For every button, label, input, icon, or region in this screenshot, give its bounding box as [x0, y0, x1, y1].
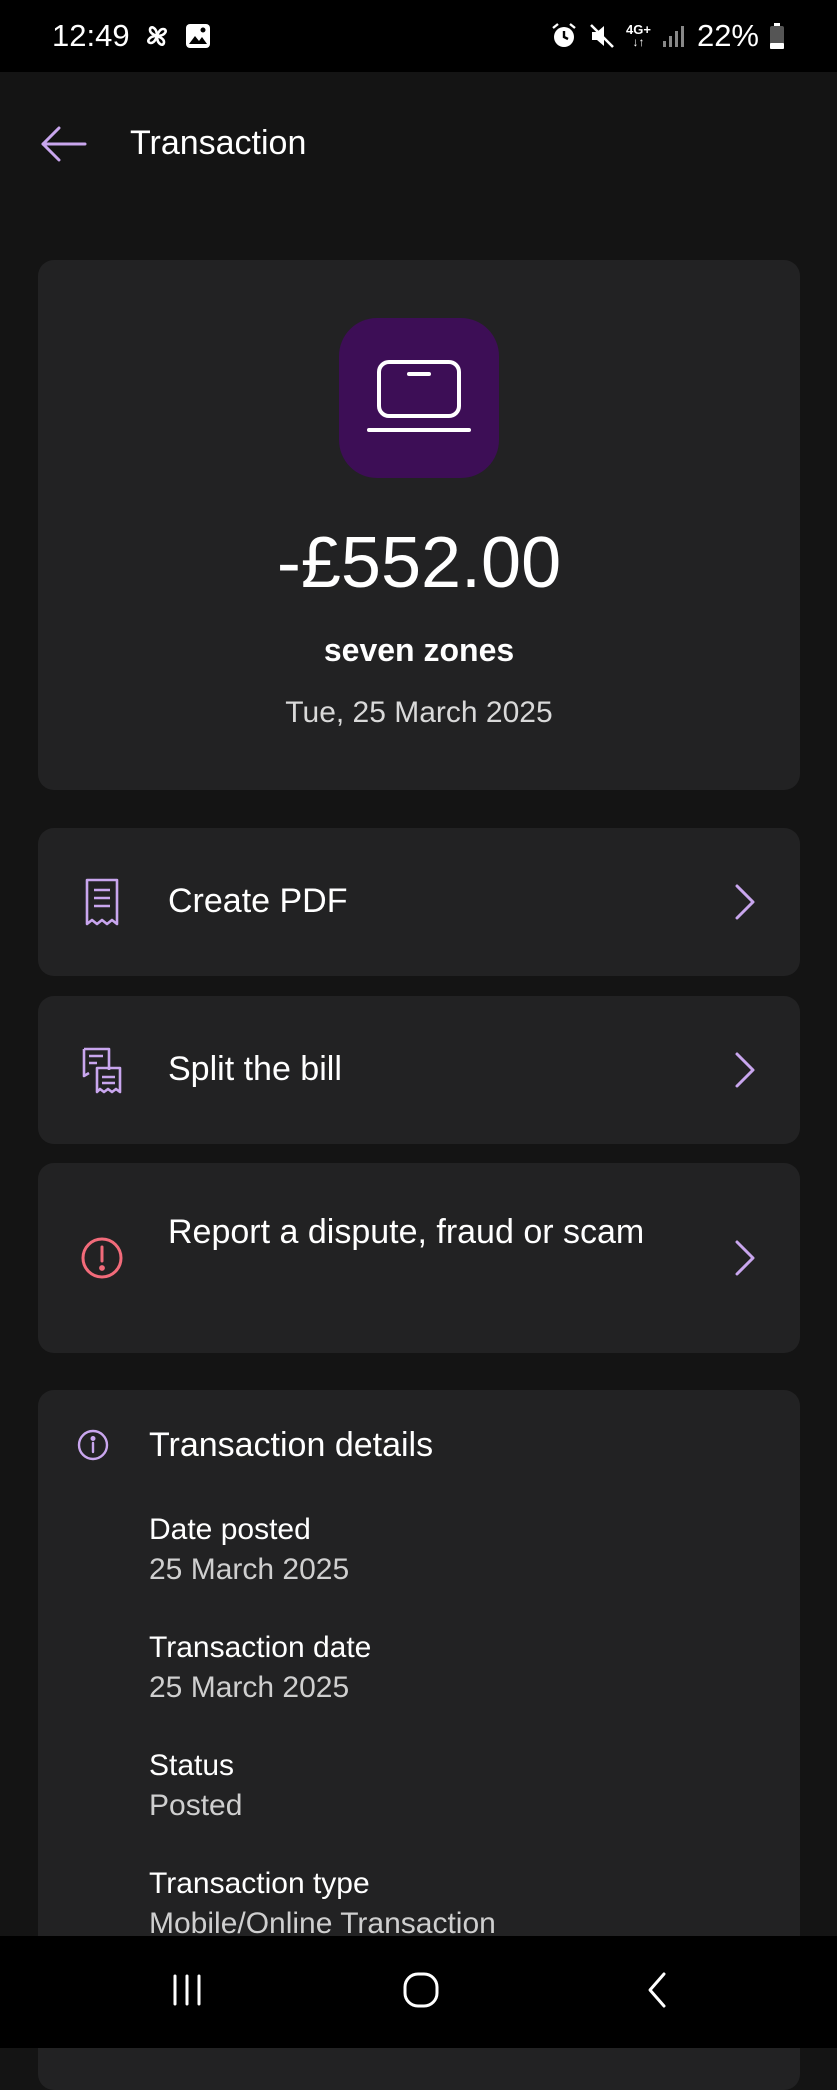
receipt-icon — [78, 878, 126, 926]
battery-percent: 22% — [696, 18, 759, 53]
create-pdf-label: Create PDF — [168, 882, 348, 920]
transaction-amount: -£552.00 — [276, 523, 562, 603]
back-button[interactable] — [38, 120, 90, 172]
gallery-icon — [184, 22, 212, 50]
home-button[interactable] — [391, 1966, 451, 2018]
chevron-right-icon — [730, 882, 760, 922]
recent-apps-button[interactable] — [157, 1966, 217, 2018]
merchant-category-tile — [339, 318, 499, 478]
status-time: 12:49 — [52, 18, 130, 53]
home-icon — [401, 1970, 441, 2015]
back-icon — [642, 1970, 672, 2015]
system-navigation-bar — [0, 1936, 837, 2048]
detail-label: Transaction type — [149, 1867, 370, 1900]
detail-label: Status — [149, 1749, 235, 1782]
alert-circle-icon — [78, 1234, 126, 1282]
status-bar: 12:49 4G+ ↓↑ 22% — [0, 0, 837, 72]
detail-date-posted: Date posted 25 March 2025 — [149, 1510, 349, 1590]
battery-icon — [769, 22, 785, 50]
detail-value: 25 March 2025 — [149, 1553, 350, 1586]
laptop-icon — [367, 356, 471, 441]
page-title: Transaction — [130, 124, 307, 162]
detail-status: Status Posted — [149, 1746, 242, 1826]
signal-icon — [661, 23, 687, 49]
split-bill-button[interactable]: Split the bill — [38, 996, 800, 1144]
transaction-summary-card: -£552.00 seven zones Tue, 25 March 2025 — [38, 260, 800, 790]
split-receipt-icon — [78, 1046, 126, 1094]
report-dispute-button[interactable]: Report a dispute, fraud or scam — [38, 1163, 800, 1353]
detail-value: Posted — [149, 1789, 243, 1822]
alarm-icon — [550, 22, 578, 50]
transaction-details-title: Transaction details — [149, 1426, 434, 1464]
chevron-right-icon — [730, 1050, 760, 1090]
report-dispute-label: Report a dispute, fraud or scam — [168, 1213, 645, 1251]
chevron-right-icon — [730, 1238, 760, 1278]
back-nav-button[interactable] — [627, 1966, 687, 2018]
info-icon — [76, 1428, 110, 1462]
detail-value: 25 March 2025 — [149, 1671, 350, 1704]
detail-label: Transaction date — [149, 1631, 372, 1664]
merchant-name: seven zones — [323, 632, 515, 668]
network-icon: 4G+ ↓↑ — [626, 22, 651, 49]
detail-transaction-date: Transaction date 25 March 2025 — [149, 1628, 371, 1708]
detail-transaction-type: Transaction type Mobile/Online Transacti… — [149, 1864, 496, 1944]
create-pdf-button[interactable]: Create PDF — [38, 828, 800, 976]
split-bill-label: Split the bill — [168, 1050, 342, 1088]
arrow-left-icon — [39, 124, 89, 169]
app-bar: Transaction — [0, 72, 837, 222]
detail-label: Date posted — [149, 1513, 311, 1546]
pinwheel-icon — [142, 21, 172, 51]
mute-icon — [588, 22, 616, 50]
transaction-date: Tue, 25 March 2025 — [285, 696, 553, 729]
recent-apps-icon — [167, 1970, 207, 2015]
